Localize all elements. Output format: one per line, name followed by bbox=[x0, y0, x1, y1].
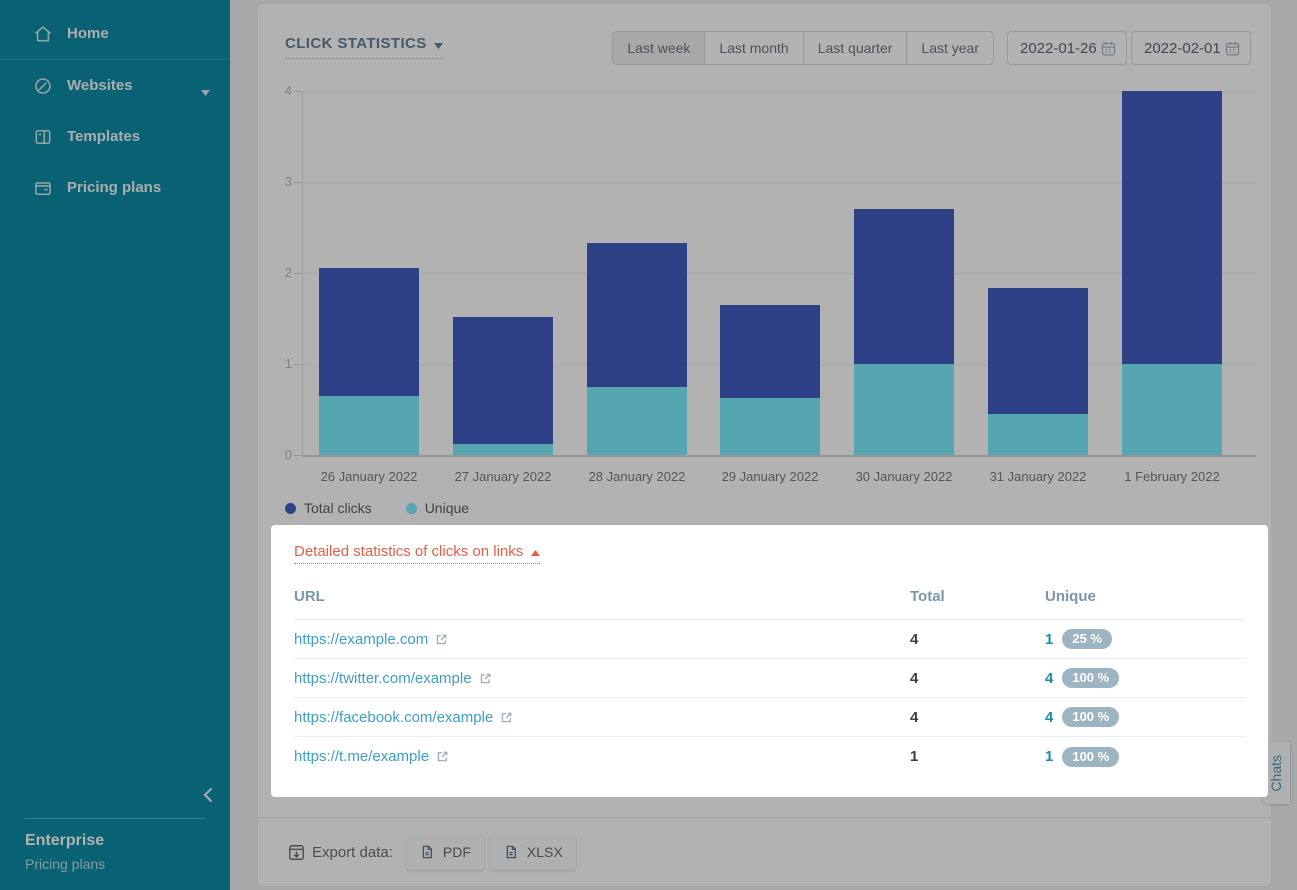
unique-cell: 1 25 % bbox=[1045, 629, 1245, 649]
detailed-statistics-toggle[interactable]: Detailed statistics of clicks on links bbox=[294, 542, 540, 564]
unique-cell: 4 100 % bbox=[1045, 668, 1245, 688]
external-link-icon[interactable] bbox=[479, 672, 492, 685]
table-row: https://facebook.com/example 44 100 % bbox=[294, 698, 1245, 737]
clicks-table: URLTotalUniquehttps://example.com4125 %h… bbox=[294, 574, 1245, 776]
url-cell: https://twitter.com/example bbox=[294, 670, 910, 687]
unique-cell: 4 100 % bbox=[1045, 707, 1245, 727]
external-link-icon[interactable] bbox=[500, 711, 513, 724]
column-header-url: URL bbox=[294, 588, 910, 605]
percent-badge: 100 % bbox=[1062, 707, 1119, 727]
unique-value: 1 bbox=[1045, 748, 1053, 765]
url-cell: https://facebook.com/example bbox=[294, 709, 910, 726]
url-link[interactable]: https://t.me/example bbox=[294, 748, 429, 765]
table-row: https://twitter.com/example 44 100 % bbox=[294, 659, 1245, 698]
url-link[interactable]: https://example.com bbox=[294, 631, 428, 648]
unique-value: 4 bbox=[1045, 709, 1053, 726]
total-value: 4 bbox=[910, 631, 1045, 648]
url-link[interactable]: https://facebook.com/example bbox=[294, 709, 493, 726]
table-header-row: URLTotalUnique bbox=[294, 574, 1245, 620]
percent-badge: 100 % bbox=[1062, 747, 1119, 767]
column-header-unique: Unique bbox=[1045, 588, 1245, 605]
detailed-statistics-label: Detailed statistics of clicks on links bbox=[294, 543, 523, 560]
external-link-icon[interactable] bbox=[436, 750, 449, 763]
table-row: https://t.me/example 11 100 % bbox=[294, 737, 1245, 776]
caret-up-icon bbox=[531, 543, 540, 560]
total-value: 4 bbox=[910, 670, 1045, 687]
unique-value: 1 bbox=[1045, 631, 1053, 648]
unique-cell: 1 100 % bbox=[1045, 747, 1245, 767]
url-cell: https://example.com bbox=[294, 631, 910, 648]
percent-badge: 25 % bbox=[1062, 629, 1112, 649]
percent-badge: 100 % bbox=[1062, 668, 1119, 688]
unique-value: 4 bbox=[1045, 670, 1053, 687]
external-link-icon[interactable] bbox=[435, 633, 448, 646]
column-header-total: Total bbox=[910, 588, 1045, 605]
url-cell: https://t.me/example bbox=[294, 748, 910, 765]
detailed-statistics-panel: Detailed statistics of clicks on links U… bbox=[271, 525, 1268, 797]
table-row: https://example.com 41 25 % bbox=[294, 620, 1245, 659]
total-value: 1 bbox=[910, 748, 1045, 765]
app: HomeWebsitesTemplatesPricing plans Enter… bbox=[0, 0, 1297, 890]
url-link[interactable]: https://twitter.com/example bbox=[294, 670, 472, 687]
total-value: 4 bbox=[910, 709, 1045, 726]
